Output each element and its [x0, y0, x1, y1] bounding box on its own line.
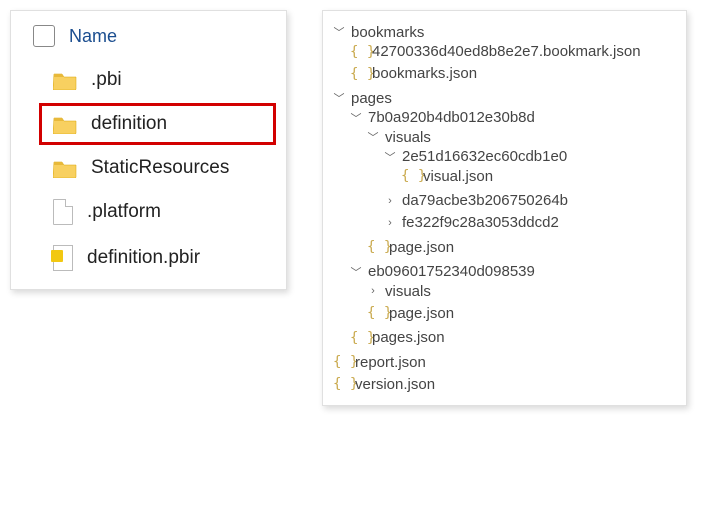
folder-tree-panel: ﹀ bookmarks { } 42700336d40ed8b8e2e7.boo… — [322, 10, 687, 406]
tree-file[interactable]: { } report.json — [333, 354, 680, 371]
tree-file[interactable]: { } 42700336d40ed8b8e2e7.bookmark.json — [350, 43, 680, 60]
json-icon: { } — [333, 376, 349, 392]
folder-icon — [53, 114, 77, 134]
json-icon: { } — [333, 354, 349, 370]
item-label: .platform — [87, 201, 161, 223]
chevron-right-icon: › — [384, 217, 396, 229]
tree-file[interactable]: { } page.json — [367, 239, 680, 256]
json-icon: { } — [401, 168, 417, 184]
tree-folder-bookmarks[interactable]: ﹀ bookmarks — [333, 24, 680, 41]
tree-folder-page[interactable]: ﹀ eb09601752340d098539 — [350, 263, 680, 280]
folder-icon — [53, 70, 77, 90]
tree-folder-visual[interactable]: › da79acbe3b206750264b — [384, 192, 680, 209]
chevron-right-icon: › — [384, 195, 396, 207]
json-icon: { } — [350, 330, 366, 346]
tree-folder-visuals[interactable]: › visuals — [367, 283, 680, 300]
chevron-right-icon: › — [367, 285, 379, 297]
folder-row-staticresources[interactable]: StaticResources — [11, 147, 286, 189]
chevron-down-icon: ﹀ — [350, 110, 362, 126]
item-label: definition — [91, 113, 167, 135]
chevron-down-icon: ﹀ — [367, 129, 379, 145]
item-label: StaticResources — [91, 157, 229, 179]
explorer-header: Name — [11, 17, 286, 59]
item-label: definition.pbir — [87, 247, 200, 269]
folder-row-definition[interactable]: definition — [39, 103, 276, 145]
tree-folder-pages[interactable]: ﹀ pages — [333, 90, 680, 107]
tree-folder-visual[interactable]: › fe322f9c28a3053ddcd2 — [384, 214, 680, 231]
folder-icon — [53, 158, 77, 178]
tree-file[interactable]: { } visual.json — [401, 168, 680, 185]
chevron-down-icon: ﹀ — [333, 90, 345, 106]
item-label: .pbi — [91, 69, 122, 91]
pbir-file-icon — [53, 245, 73, 271]
chevron-down-icon: ﹀ — [384, 149, 396, 165]
chevron-down-icon: ﹀ — [350, 264, 362, 280]
json-icon: { } — [350, 44, 366, 60]
file-explorer-panel: Name .pbi definition StaticResources .pl… — [10, 10, 287, 290]
tree-folder-page[interactable]: ﹀ 7b0a920b4db012e30b8d — [350, 109, 680, 126]
tree-folder-visuals[interactable]: ﹀ visuals — [367, 129, 680, 146]
tree-file[interactable]: { } pages.json — [350, 329, 680, 346]
chevron-down-icon: ﹀ — [333, 24, 345, 40]
select-all-checkbox[interactable] — [33, 25, 55, 47]
file-row-definition-pbir[interactable]: definition.pbir — [11, 235, 286, 281]
file-row-platform[interactable]: .platform — [11, 189, 286, 235]
json-icon: { } — [367, 305, 383, 321]
tree-file[interactable]: { } page.json — [367, 305, 680, 322]
json-icon: { } — [367, 239, 383, 255]
json-icon: { } — [350, 66, 366, 82]
file-icon — [53, 199, 73, 225]
tree-file[interactable]: { } bookmarks.json — [350, 65, 680, 82]
tree-folder-visual[interactable]: ﹀ 2e51d16632ec60cdb1e0 — [384, 148, 680, 165]
column-header-name[interactable]: Name — [69, 26, 117, 47]
tree-file[interactable]: { } version.json — [333, 376, 680, 393]
folder-row-pbi[interactable]: .pbi — [11, 59, 286, 101]
